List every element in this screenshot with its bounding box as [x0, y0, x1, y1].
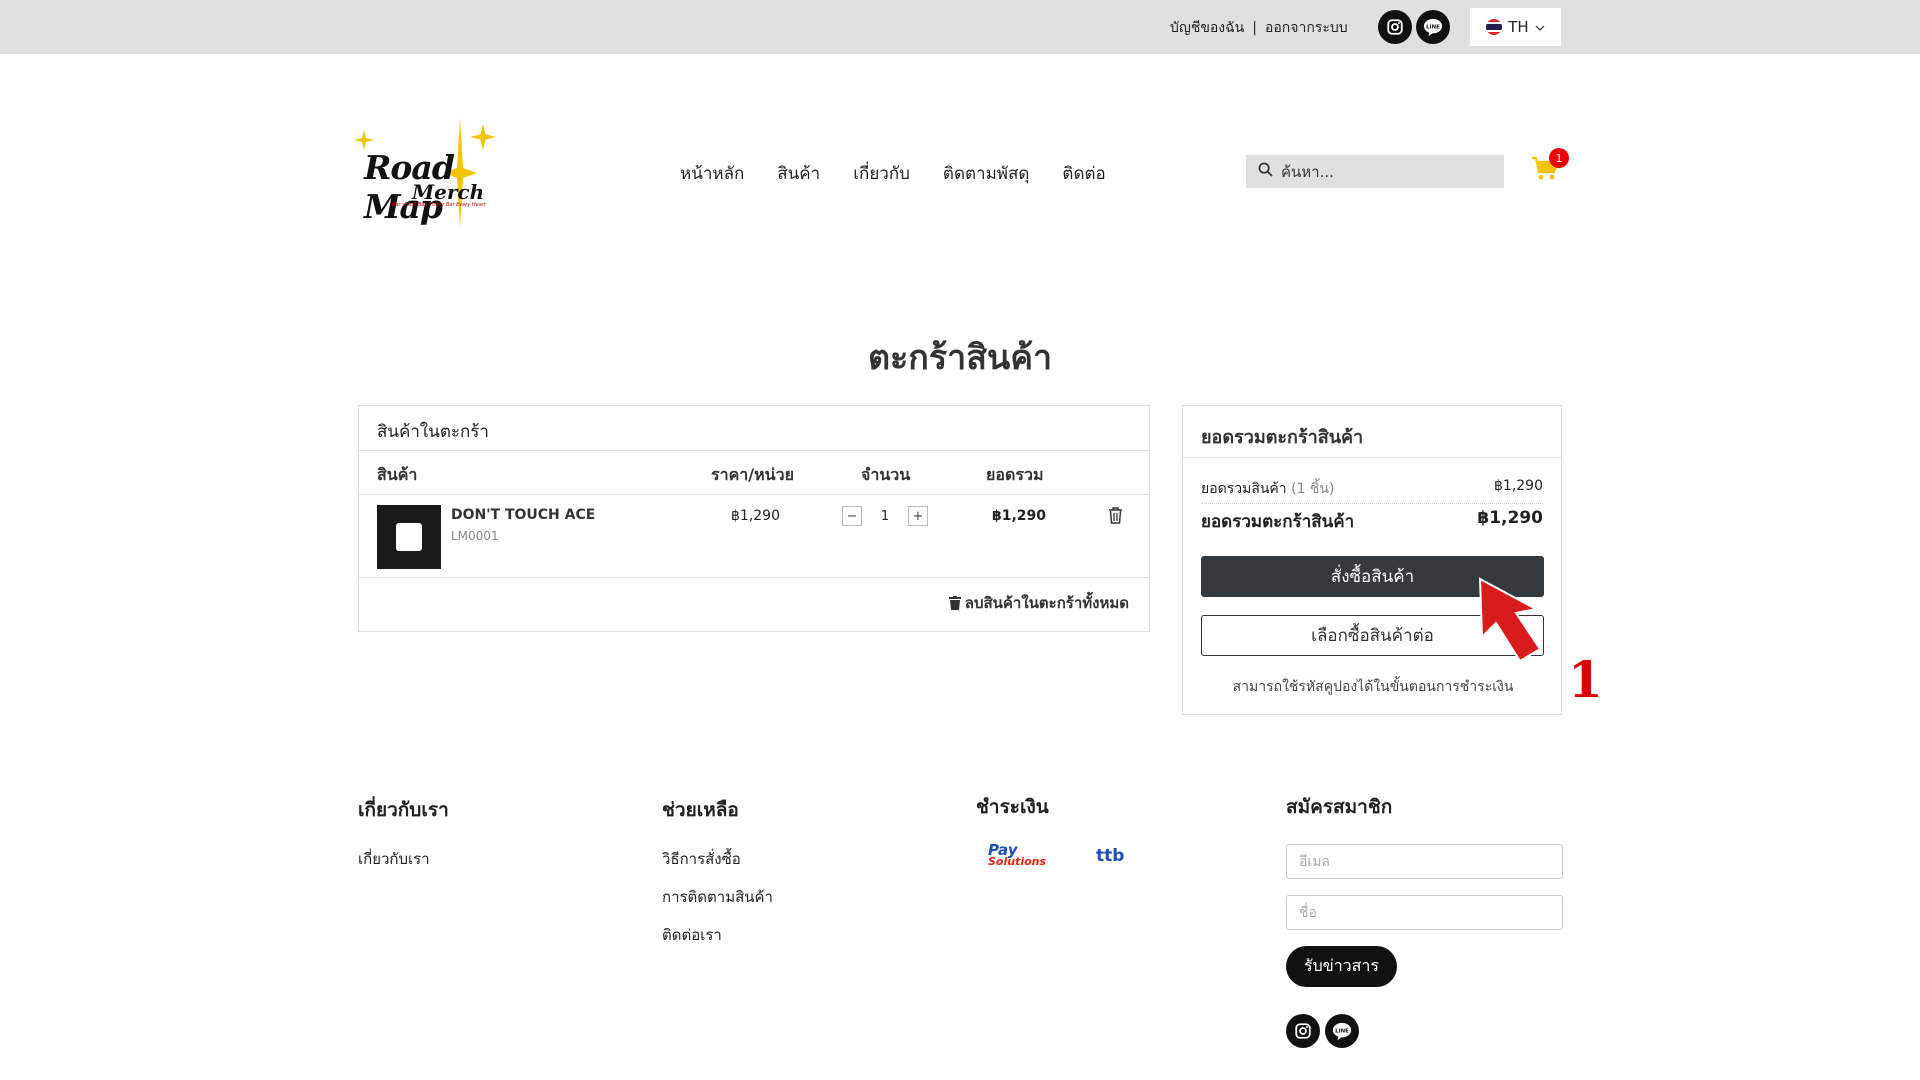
trash-icon — [948, 596, 961, 610]
top-social: LINE — [1378, 10, 1450, 44]
cart-count-badge: 1 — [1549, 148, 1569, 168]
svg-text:LINE: LINE — [1335, 1028, 1349, 1034]
product-price: ฿1,290 — [731, 508, 780, 524]
nav-item-about[interactable]: เกี่ยวกับ — [853, 160, 910, 187]
search-input[interactable]: ค้นหา... — [1281, 160, 1334, 184]
nav-item-tracking[interactable]: ติดตามพัสดุ — [943, 160, 1030, 187]
account-links: บัญชีของฉัน | ออกจากระบบ — [1170, 17, 1348, 39]
search-box[interactable]: ค้นหา... — [1246, 155, 1504, 188]
footer-payment-title: ชำระเงิน — [976, 796, 1049, 818]
annotation-arrow-icon — [1478, 577, 1542, 663]
clear-cart-button[interactable]: ลบสินค้าในตะกร้าทั้งหมด — [948, 591, 1129, 615]
subtotal-value: ฿1,290 — [1494, 478, 1543, 494]
footer-link-contact[interactable]: ติดต่อเรา — [662, 923, 773, 961]
footer-help: ช่วยเหลือ วิธีการสั่งซื้อ การติดตามสินค้… — [662, 795, 773, 961]
coupon-note: สามารถใช้รหัสคูปองได้ในขั้นตอนการชำระเงิ… — [1232, 679, 1514, 695]
total-row: ยอดรวมตะกร้าสินค้า ฿1,290 — [1201, 508, 1543, 535]
product-name[interactable]: DON'T TOUCH ACE — [451, 507, 595, 523]
line-icon[interactable]: LINE — [1416, 10, 1450, 44]
language-label: TH — [1508, 18, 1529, 36]
thai-flag-icon — [1486, 19, 1503, 35]
top-bar: บัญชีของฉัน | ออกจากระบบ LINE TH — [0, 0, 1920, 54]
instagram-icon[interactable] — [1378, 10, 1412, 44]
separator: | — [1252, 20, 1257, 36]
my-account-link[interactable]: บัญชีของฉัน — [1170, 17, 1244, 39]
decrease-quantity-button[interactable]: − — [842, 506, 862, 526]
footer-about: เกี่ยวกับเรา เกี่ยวกับเรา — [358, 795, 449, 885]
footer-link-about[interactable]: เกี่ยวกับเรา — [358, 847, 449, 885]
clear-cart-label: ลบสินค้าในตะกร้าทั้งหมด — [964, 594, 1129, 612]
svg-text:LINE: LINE — [1426, 24, 1440, 30]
footer-link-how-to-order[interactable]: วิธีการสั่งซื้อ — [662, 847, 773, 885]
total-value: ฿1,290 — [1477, 508, 1543, 528]
cart-button[interactable]: 1 — [1531, 148, 1569, 186]
chevron-down-icon — [1535, 18, 1545, 36]
product-sku: LM0001 — [451, 529, 499, 543]
instagram-icon[interactable] — [1286, 1014, 1320, 1048]
name-field[interactable]: ชื่อ — [1286, 895, 1563, 930]
annotation-number: 1 — [1568, 650, 1603, 709]
footer-subscribe-title: สมัครสมาชิก — [1286, 796, 1393, 818]
col-quantity: จำนวน — [861, 465, 911, 484]
pay-solutions-logo: Pay Solutions — [988, 843, 1047, 868]
nav-item-contact[interactable]: ติดต่อ — [1062, 160, 1105, 187]
trash-icon — [1109, 507, 1122, 524]
pay-solutions-sub: Solutions — [988, 855, 1047, 868]
subtotal-count: (1 ชิ้น) — [1291, 481, 1335, 497]
subtotal-row: ยอดรวมสินค้า (1 ชิ้น) ฿1,290 — [1201, 478, 1543, 504]
footer-payment: ชำระเงิน Pay Solutions ttb — [976, 792, 1124, 868]
footer-link-tracking[interactable]: การติดตามสินค้า — [662, 885, 773, 923]
line-icon[interactable]: LINE — [1325, 1014, 1359, 1048]
footer-about-title: เกี่ยวกับเรา — [358, 799, 449, 821]
sparkle-icon — [354, 130, 374, 150]
increase-quantity-button[interactable]: + — [908, 506, 928, 526]
col-unit-price: ราคา/หน่วย — [711, 465, 794, 484]
nav-item-home[interactable]: หน้าหลัก — [680, 160, 744, 187]
logout-link[interactable]: ออกจากระบบ — [1265, 17, 1348, 39]
logo-subtitle: Merch — [412, 180, 485, 204]
language-selector[interactable]: TH — [1470, 8, 1561, 46]
col-total: ยอดรวม — [986, 465, 1044, 484]
footer-help-title: ช่วยเหลือ — [662, 799, 739, 821]
ttb-logo: ttb — [1096, 846, 1125, 866]
cart-summary-panel: ยอดรวมตะกร้าสินค้า ยอดรวมสินค้า (1 ชิ้น)… — [1182, 405, 1562, 715]
footer-social: LINE — [1286, 1014, 1563, 1048]
product-total: ฿1,290 — [992, 508, 1047, 524]
page-title: ตะกร้าสินค้า — [867, 338, 1053, 378]
summary-title: ยอดรวมตะกร้าสินค้า — [1183, 406, 1561, 458]
remove-item-button[interactable] — [1108, 507, 1123, 528]
email-field[interactable]: อีเมล — [1286, 844, 1563, 879]
col-product: สินค้า — [377, 465, 418, 484]
subscribe-button[interactable]: รับข่าวสาร — [1286, 946, 1397, 987]
sparkle-icon — [470, 124, 496, 150]
quantity-stepper: − 1 + — [842, 506, 928, 526]
table-row: DON'T TOUCH ACE LM0001 ฿1,290 − 1 + ฿1,2… — [359, 495, 1149, 578]
nav-item-products[interactable]: สินค้า — [777, 160, 820, 187]
footer-subscribe: สมัครสมาชิก อีเมล ชื่อ รับข่าวสาร LINE — [1286, 792, 1563, 1048]
main-nav: หน้าหลัก สินค้า เกี่ยวกับ ติดตามพัสดุ ติ… — [680, 160, 1106, 187]
logo[interactable]: Road Map Merch Bar sHidd Bau Power Bar E… — [354, 118, 533, 228]
cart-panel-title: สินค้าในตะกร้า — [359, 406, 1149, 451]
subtotal-label: ยอดรวมสินค้า — [1201, 481, 1287, 497]
cart-table-header: สินค้า ราคา/หน่วย จำนวน ยอดรวม — [359, 451, 1149, 495]
product-thumbnail[interactable] — [377, 505, 441, 569]
search-icon — [1258, 162, 1273, 181]
quantity-input[interactable]: 1 — [870, 509, 900, 524]
logo-tagline: Bar sHidd Bau Power Bar Every Heart — [392, 202, 486, 208]
total-label: ยอดรวมตะกร้าสินค้า — [1201, 512, 1355, 532]
cart-items-panel: สินค้าในตะกร้า สินค้า ราคา/หน่วย จำนวน ย… — [358, 405, 1150, 632]
